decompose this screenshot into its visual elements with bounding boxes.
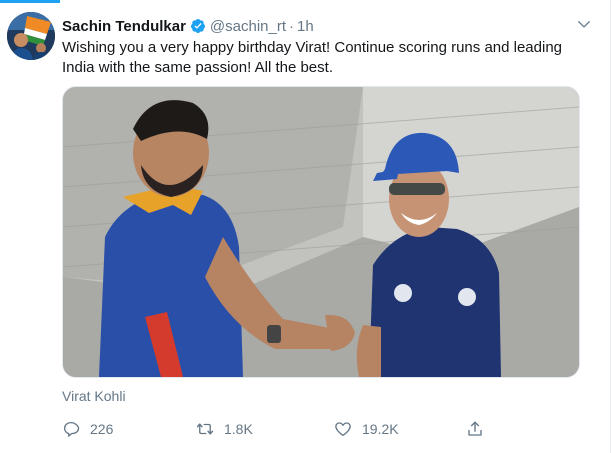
top-accent-bar bbox=[0, 0, 60, 3]
reply-count: 226 bbox=[90, 421, 114, 437]
reply-button[interactable]: 226 bbox=[62, 420, 113, 438]
share-icon bbox=[468, 421, 482, 436]
tweet-text: Wishing you a very happy birthday Virat!… bbox=[62, 39, 563, 76]
retweet-count: 1.8K bbox=[224, 421, 253, 437]
photo-caption[interactable]: Virat Kohli bbox=[62, 388, 126, 404]
verified-badge-icon bbox=[190, 19, 205, 33]
tweet-actions: 226 1.8K 19.2K bbox=[62, 420, 502, 444]
tweet-header: Sachin Tendulkar @sachin_rt · 1h bbox=[62, 16, 591, 36]
like-button[interactable]: 19.2K bbox=[334, 420, 399, 438]
separator: · bbox=[289, 17, 295, 35]
retweet-icon bbox=[196, 423, 214, 435]
like-count: 19.2K bbox=[362, 421, 399, 437]
retweet-button[interactable]: 1.8K bbox=[196, 420, 253, 438]
chevron-down-icon[interactable] bbox=[577, 17, 591, 31]
heart-icon bbox=[335, 422, 351, 437]
share-button[interactable] bbox=[466, 420, 494, 438]
timestamp[interactable]: 1h bbox=[297, 18, 314, 35]
author-name[interactable]: Sachin Tendulkar bbox=[62, 18, 186, 35]
author-handle[interactable]: @sachin_rt bbox=[210, 18, 286, 35]
tweet-photo[interactable] bbox=[62, 86, 580, 378]
avatar[interactable] bbox=[7, 12, 55, 60]
tweet-card[interactable]: Sachin Tendulkar @sachin_rt · 1h Wishing… bbox=[0, 0, 611, 453]
reply-icon bbox=[63, 421, 80, 437]
